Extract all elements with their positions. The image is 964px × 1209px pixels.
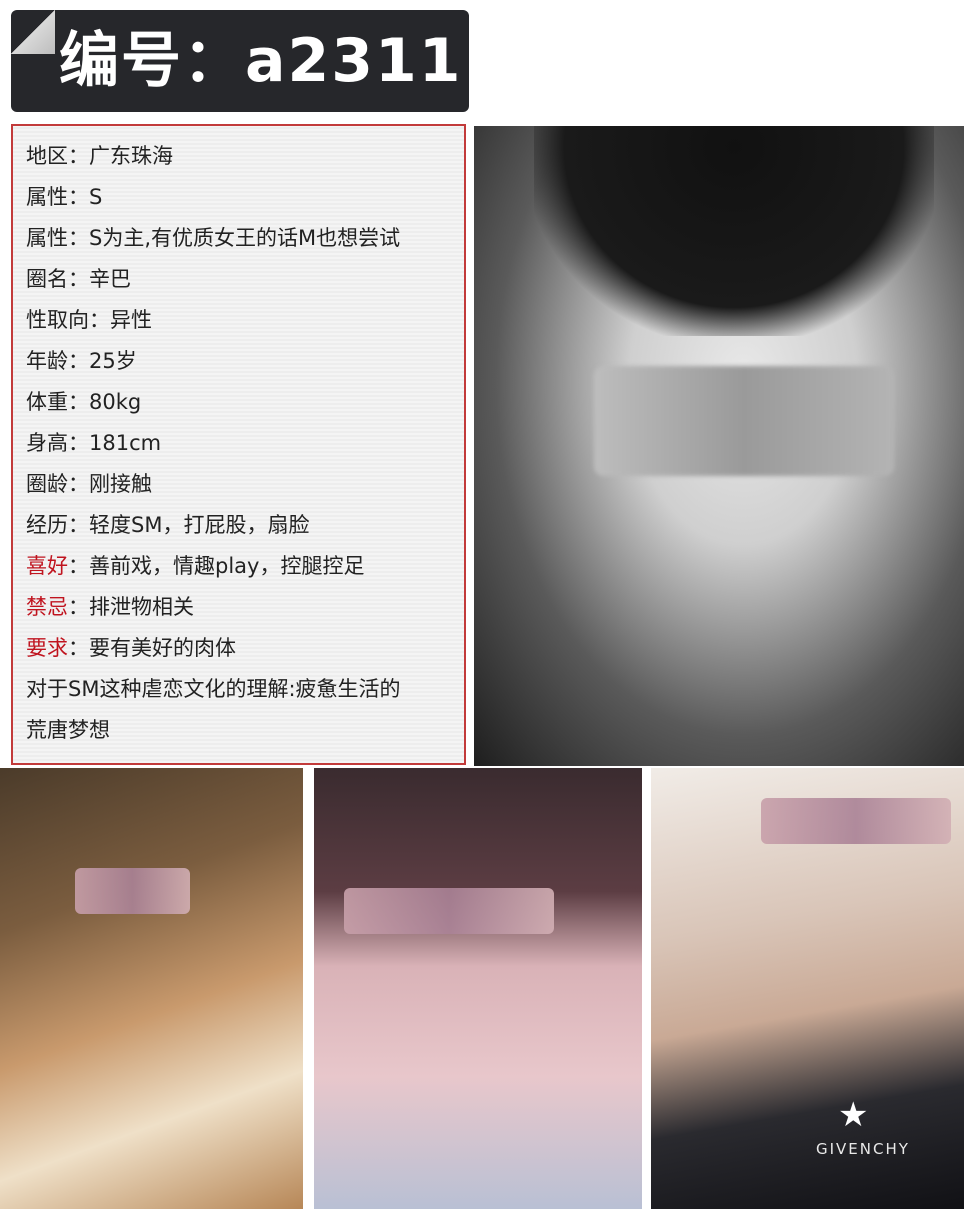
profile-info-card: 地区：广东珠海 属性：S 属性：S为主,有优质女王的话M也想尝试 圈名：辛巴 性… bbox=[11, 124, 466, 765]
photo-3: ★ GIVENCHY bbox=[651, 768, 964, 1209]
header-banner: 编号：a2311 bbox=[11, 10, 469, 112]
row-experience: 经历：轻度SM，打屁股，扇脸 bbox=[26, 513, 310, 537]
row-region: 地区：广东珠海 bbox=[26, 144, 173, 168]
row-taboos: 禁忌：排泄物相关 bbox=[26, 595, 194, 619]
row-height: 身高：181cm bbox=[26, 431, 162, 455]
row-orientation: 性取向：异性 bbox=[26, 308, 152, 332]
face-mosaic bbox=[761, 798, 951, 844]
shirt-brand-text: GIVENCHY bbox=[816, 1140, 910, 1158]
face-mosaic bbox=[344, 888, 554, 934]
row-experience-length: 圈龄：刚接触 bbox=[26, 472, 152, 496]
row-age: 年龄：25岁 bbox=[26, 349, 137, 373]
face-mosaic bbox=[75, 868, 190, 914]
row-attribute: 属性：S bbox=[26, 185, 103, 209]
row-attribute-detail: 属性：S为主,有优质女王的话M也想尝试 bbox=[26, 226, 401, 250]
row-preferences: 喜好：善前戏，情趣play，控腿控足 bbox=[26, 554, 365, 578]
page-fold-corner bbox=[11, 10, 55, 54]
row-weight: 体重：80kg bbox=[26, 390, 142, 414]
row-understanding: 对于SM这种虐恋文化的理解:疲惫生活的 bbox=[26, 677, 401, 701]
main-portrait-photo bbox=[474, 126, 964, 766]
row-nickname: 圈名：辛巴 bbox=[26, 267, 131, 291]
row-requirements: 要求：要有美好的肉体 bbox=[26, 636, 236, 660]
row-understanding-cont: 荒唐梦想 bbox=[26, 718, 110, 742]
photo-1 bbox=[0, 768, 303, 1209]
face-mosaic bbox=[594, 366, 894, 476]
profile-id-title: 编号：a2311 bbox=[59, 26, 463, 96]
star-icon: ★ bbox=[838, 1095, 869, 1135]
photo-detail bbox=[534, 126, 934, 336]
photo-2 bbox=[314, 768, 642, 1209]
